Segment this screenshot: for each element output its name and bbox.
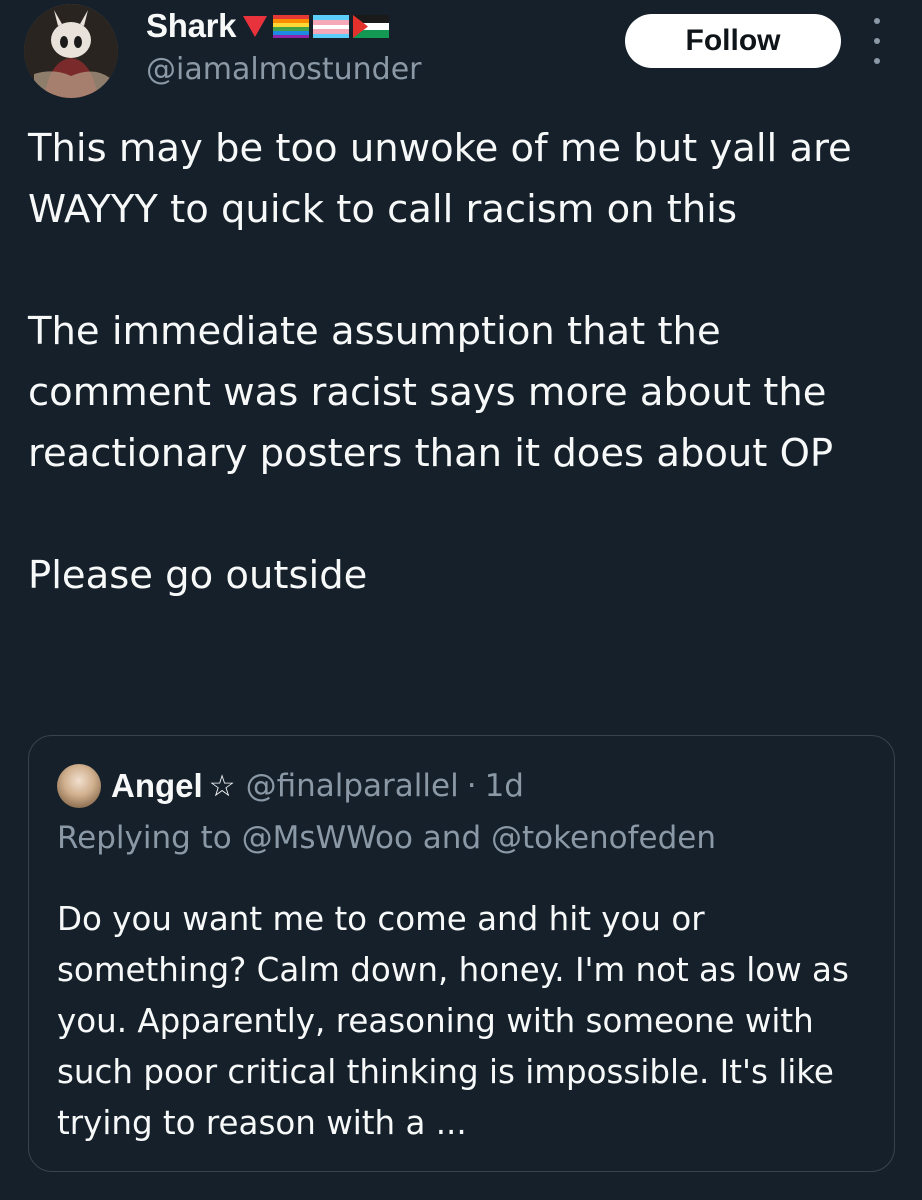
quote-author-name[interactable]: Angel xyxy=(111,767,203,805)
quote-text: Do you want me to come and hit you or so… xyxy=(57,894,867,1149)
more-dot xyxy=(874,58,880,64)
avatar-image xyxy=(24,4,118,98)
quote-author-avatar[interactable] xyxy=(57,764,101,808)
separator-dot: · xyxy=(466,768,477,804)
tweet-paragraph: The immediate assumption that the commen… xyxy=(28,309,834,476)
tweet-header: Shark @iamalmostunder Follow xyxy=(0,0,922,110)
more-dot xyxy=(874,18,880,24)
tweet-text: This may be too unwoke of me but yall ar… xyxy=(28,118,888,606)
transgender-flag-icon xyxy=(313,15,350,38)
follow-button[interactable]: Follow xyxy=(625,14,841,68)
tweet-post: Shark @iamalmostunder Follow This may be… xyxy=(0,0,922,1200)
more-dot xyxy=(874,38,880,44)
author-display-name[interactable]: Shark xyxy=(146,7,237,45)
quote-timestamp[interactable]: 1d xyxy=(485,768,524,804)
tweet-paragraph: Please go outside xyxy=(28,553,368,598)
more-vertical-icon[interactable] xyxy=(862,18,892,64)
palestine-flag-icon xyxy=(353,15,390,38)
author-name-row: Shark xyxy=(146,4,390,48)
star-icon: ☆ xyxy=(208,768,236,804)
author-handle[interactable]: @iamalmostunder xyxy=(146,52,422,87)
replying-to: Replying to @MsWWoo and @tokenofeden xyxy=(57,820,717,856)
rainbow-flag-icon xyxy=(273,15,310,38)
tweet-paragraph: This may be too unwoke of me but yall ar… xyxy=(28,126,852,232)
author-avatar[interactable] xyxy=(24,4,118,98)
red-triangle-icon xyxy=(243,16,268,37)
quote-header: Angel ☆ @finalparallel · 1d xyxy=(57,764,524,808)
quoted-tweet[interactable]: Angel ☆ @finalparallel · 1d Replying to … xyxy=(28,735,895,1172)
quote-paragraph: Do you want me to come and hit you or so… xyxy=(57,900,849,1142)
name-emojis xyxy=(240,12,390,40)
quote-author-handle[interactable]: @finalparallel xyxy=(246,768,459,804)
